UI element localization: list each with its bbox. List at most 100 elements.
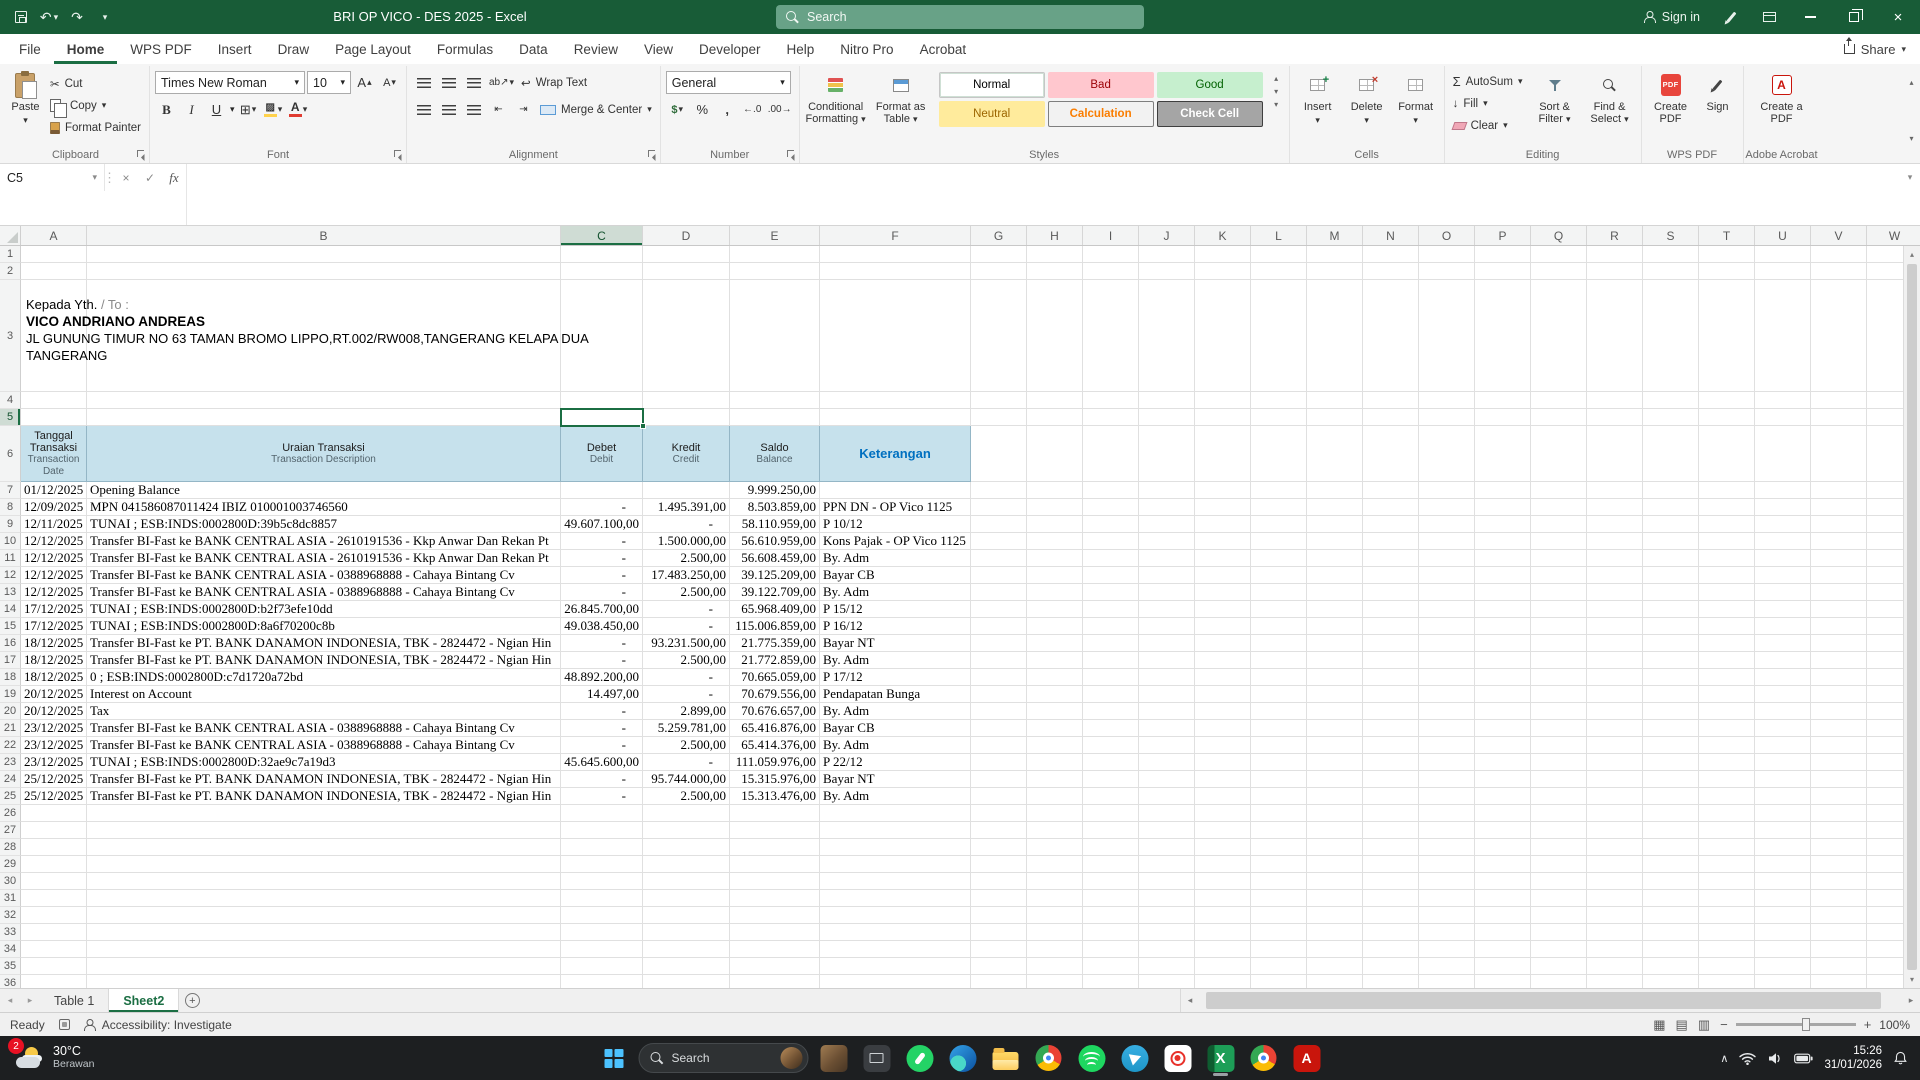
cell-A11[interactable]: 12/12/2025 xyxy=(21,550,87,567)
cell-S22[interactable] xyxy=(1643,737,1699,754)
cell-I20[interactable] xyxy=(1083,703,1139,720)
cell-V3[interactable] xyxy=(1811,280,1867,392)
cut-button[interactable]: ✂Cut xyxy=(47,73,144,94)
cell-H14[interactable] xyxy=(1027,601,1083,618)
cell-U17[interactable] xyxy=(1755,652,1811,669)
cell-I14[interactable] xyxy=(1083,601,1139,618)
cell-A24[interactable]: 25/12/2025 xyxy=(21,771,87,788)
column-header-T[interactable]: T xyxy=(1699,226,1755,245)
cell-O3[interactable] xyxy=(1419,280,1475,392)
cell-R14[interactable] xyxy=(1587,601,1643,618)
cell-G1[interactable] xyxy=(971,246,1027,263)
accounting-format-button[interactable]: $▾ xyxy=(666,98,689,121)
formula-bar-handle[interactable]: ⋮ xyxy=(104,164,114,191)
cell-J5[interactable] xyxy=(1139,409,1195,426)
cell-D29[interactable] xyxy=(643,856,730,873)
cell-T26[interactable] xyxy=(1699,805,1755,822)
cell-O17[interactable] xyxy=(1419,652,1475,669)
cell-B8[interactable]: MPN 041586087011424 IBIZ 010001003746560 xyxy=(87,499,561,516)
cell-L33[interactable] xyxy=(1251,924,1307,941)
cell-O22[interactable] xyxy=(1419,737,1475,754)
cell-A31[interactable] xyxy=(21,890,87,907)
cell-U8[interactable] xyxy=(1755,499,1811,516)
cell-A29[interactable] xyxy=(21,856,87,873)
cell-S18[interactable] xyxy=(1643,669,1699,686)
cell-J14[interactable] xyxy=(1139,601,1195,618)
cell-C8[interactable]: - xyxy=(561,499,643,516)
enter-button[interactable]: ✓ xyxy=(138,164,162,191)
cell-E27[interactable] xyxy=(730,822,820,839)
insert-function-button[interactable]: fx xyxy=(162,164,186,191)
cell-F9[interactable]: P 10/12 xyxy=(820,516,971,533)
cell-V13[interactable] xyxy=(1811,584,1867,601)
cell-T9[interactable] xyxy=(1699,516,1755,533)
cell-M15[interactable] xyxy=(1307,618,1363,635)
cell-D1[interactable] xyxy=(643,246,730,263)
cell-U24[interactable] xyxy=(1755,771,1811,788)
cell-A30[interactable] xyxy=(21,873,87,890)
cell-B25[interactable]: Transfer BI-Fast ke PT. BANK DANAMON IND… xyxy=(87,788,561,805)
scroll-left-arrow[interactable]: ◂ xyxy=(1181,995,1199,1006)
cell-Q12[interactable] xyxy=(1531,567,1587,584)
cell-V11[interactable] xyxy=(1811,550,1867,567)
cell-H13[interactable] xyxy=(1027,584,1083,601)
cell-I13[interactable] xyxy=(1083,584,1139,601)
cell-C6[interactable]: DebetDebit xyxy=(561,426,643,482)
cell-J21[interactable] xyxy=(1139,720,1195,737)
cell-Q8[interactable] xyxy=(1531,499,1587,516)
cell-A33[interactable] xyxy=(21,924,87,941)
redo-button[interactable]: ↷ xyxy=(64,3,90,31)
cell-I18[interactable] xyxy=(1083,669,1139,686)
cell-E12[interactable]: 39.125.209,00 xyxy=(730,567,820,584)
cell-K19[interactable] xyxy=(1195,686,1251,703)
cell-T32[interactable] xyxy=(1699,907,1755,924)
tray-chevron-icon[interactable]: ∧ xyxy=(1720,1052,1728,1065)
cell-S35[interactable] xyxy=(1643,958,1699,975)
cell-H29[interactable] xyxy=(1027,856,1083,873)
cell-K2[interactable] xyxy=(1195,263,1251,280)
cell-T15[interactable] xyxy=(1699,618,1755,635)
cell-G11[interactable] xyxy=(971,550,1027,567)
cell-M13[interactable] xyxy=(1307,584,1363,601)
cell-C11[interactable]: - xyxy=(561,550,643,567)
cell-Q28[interactable] xyxy=(1531,839,1587,856)
cell-K5[interactable] xyxy=(1195,409,1251,426)
cell-M25[interactable] xyxy=(1307,788,1363,805)
cell-V23[interactable] xyxy=(1811,754,1867,771)
cell-G35[interactable] xyxy=(971,958,1027,975)
cell-P22[interactable] xyxy=(1475,737,1531,754)
cell-N35[interactable] xyxy=(1363,958,1419,975)
cell-L16[interactable] xyxy=(1251,635,1307,652)
taskbar-app-file-explorer-icon[interactable] xyxy=(988,1040,1024,1076)
cell-O1[interactable] xyxy=(1419,246,1475,263)
cell-P8[interactable] xyxy=(1475,499,1531,516)
cell-H7[interactable] xyxy=(1027,482,1083,499)
cell-U34[interactable] xyxy=(1755,941,1811,958)
ribbon-display-options-button[interactable] xyxy=(1750,0,1788,34)
cell-J7[interactable] xyxy=(1139,482,1195,499)
cell-N19[interactable] xyxy=(1363,686,1419,703)
ribbon-tab-help[interactable]: Help xyxy=(774,34,828,64)
cell-F34[interactable] xyxy=(820,941,971,958)
cell-B7[interactable]: Opening Balance xyxy=(87,482,561,499)
cell-J22[interactable] xyxy=(1139,737,1195,754)
cell-J13[interactable] xyxy=(1139,584,1195,601)
cell-I6[interactable] xyxy=(1083,426,1139,482)
cell-M28[interactable] xyxy=(1307,839,1363,856)
cell-U12[interactable] xyxy=(1755,567,1811,584)
font-name-combo[interactable]: Times New Roman▾ xyxy=(155,71,305,94)
cell-F27[interactable] xyxy=(820,822,971,839)
cell-C30[interactable] xyxy=(561,873,643,890)
cell-N24[interactable] xyxy=(1363,771,1419,788)
cell-F1[interactable] xyxy=(820,246,971,263)
cell-Q13[interactable] xyxy=(1531,584,1587,601)
cell-K15[interactable] xyxy=(1195,618,1251,635)
cell-D36[interactable] xyxy=(643,975,730,988)
cell-T4[interactable] xyxy=(1699,392,1755,409)
row-header-19[interactable]: 19 xyxy=(0,686,21,703)
cell-M2[interactable] xyxy=(1307,263,1363,280)
cell-I22[interactable] xyxy=(1083,737,1139,754)
cell-T33[interactable] xyxy=(1699,924,1755,941)
cell-F36[interactable] xyxy=(820,975,971,988)
cell-Q31[interactable] xyxy=(1531,890,1587,907)
